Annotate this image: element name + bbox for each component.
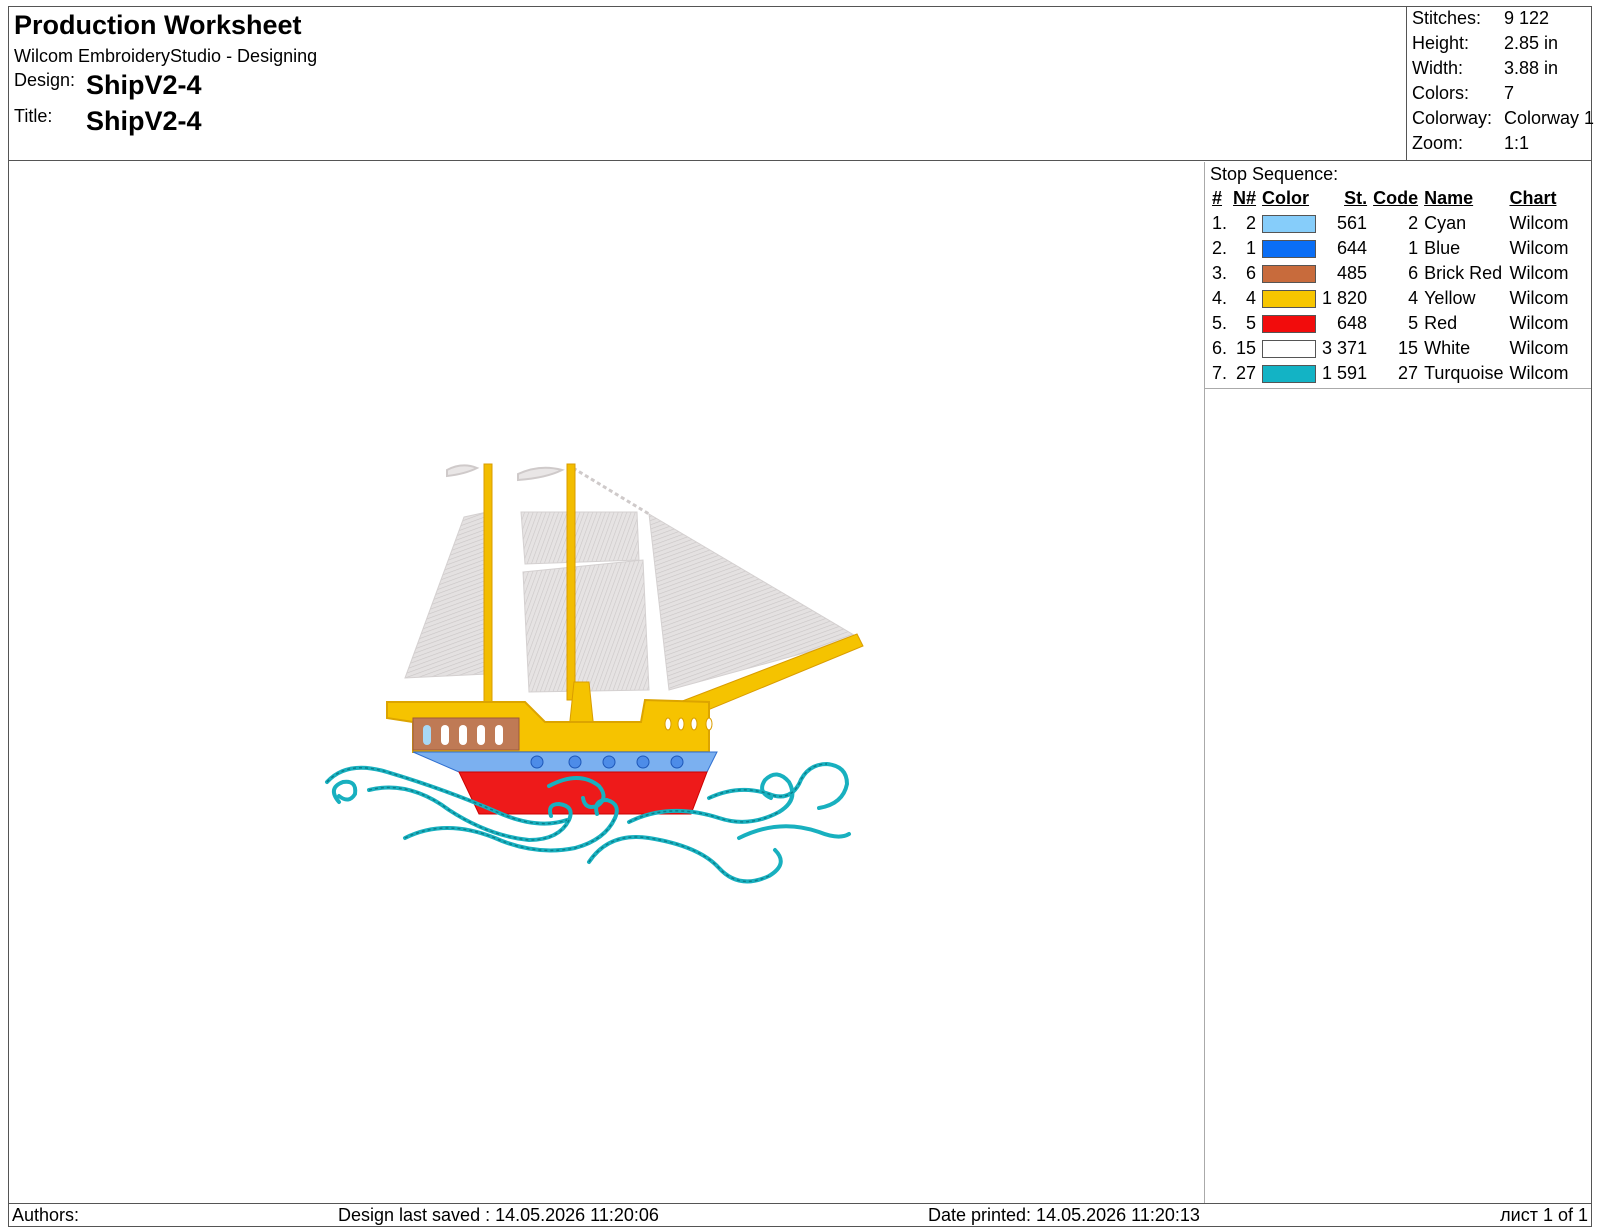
row-color-name: Yellow (1424, 288, 1476, 308)
ship-embroidery-image (325, 463, 864, 884)
row-needle: 4 (1246, 288, 1257, 308)
row-stitches: 3 371 (1322, 338, 1368, 358)
row-needle: 5 (1246, 313, 1257, 333)
row-needle: 27 (1236, 363, 1257, 383)
worksheet-header: Production Worksheet Wilcom EmbroiderySt… (8, 6, 1595, 161)
color-swatch (1262, 265, 1317, 284)
design-preview (9, 162, 1204, 1203)
color-swatch (1262, 240, 1317, 259)
color-swatch (1262, 215, 1317, 234)
row-index: 2. (1212, 238, 1228, 258)
row-color-swatch (1259, 311, 1319, 336)
worksheet-footer: Authors: Design last saved : 14.05.2026 … (8, 1203, 1592, 1227)
color-swatch (1262, 290, 1317, 309)
col-needle: N# (1233, 188, 1257, 208)
row-chart: Wilcom (1509, 288, 1569, 308)
row-chart: Wilcom (1509, 263, 1569, 283)
app-name: Wilcom EmbroideryStudio - Designing (14, 46, 318, 66)
table-row: 5. 5 648 5 Red Wilcom (1209, 311, 1571, 336)
row-needle: 1 (1246, 238, 1257, 258)
color-swatch (1262, 340, 1317, 359)
table-row: 3. 6 485 6 Brick Red Wilcom (1209, 261, 1571, 286)
design-label: Design: (14, 70, 76, 90)
row-stitches: 485 (1337, 263, 1368, 283)
color-swatch (1262, 365, 1317, 384)
stop-sequence-panel: Stop Sequence: # N# Color St. Code Name … (1204, 162, 1591, 1203)
stat-width: Width: 3.88 in (1412, 58, 1559, 78)
row-index: 4. (1212, 288, 1228, 308)
row-needle: 15 (1236, 338, 1257, 358)
row-index: 5. (1212, 313, 1228, 333)
col-stitches: St. (1344, 188, 1368, 208)
row-color-swatch (1259, 236, 1319, 261)
stat-colorway: Colorway: Colorway 1 (1412, 108, 1595, 128)
table-divider (1205, 388, 1591, 389)
table-row: 7. 27 1 591 27 Turquoise Wilcom (1209, 361, 1571, 386)
row-color-swatch (1259, 261, 1319, 286)
row-chart: Wilcom (1509, 363, 1569, 383)
authors-label: Authors: (12, 1205, 80, 1225)
date-printed: Date printed: 14.05.2026 11:20:13 (928, 1205, 1200, 1225)
stat-stitches: Stitches: 9 122 (1412, 8, 1550, 28)
row-chart: Wilcom (1509, 213, 1569, 233)
row-needle: 2 (1246, 213, 1257, 233)
col-name: Name (1424, 188, 1474, 208)
row-stitches: 648 (1337, 313, 1368, 333)
row-code: 27 (1398, 363, 1419, 383)
design-stats: Stitches: 9 122 Height: 2.85 in Width: 3.88… (1406, 6, 1595, 161)
row-stitches: 644 (1337, 238, 1368, 258)
row-code: 4 (1408, 288, 1419, 308)
row-code: 15 (1398, 338, 1419, 358)
stop-sequence-table: # N# Color St. Code Name Chart 1. 2 561 2 Cy… (1209, 186, 1571, 386)
stat-colors: Colors: 7 (1412, 83, 1515, 103)
title-value: ShipV2-4 (86, 106, 202, 136)
row-color-swatch (1259, 336, 1319, 361)
table-header-row: # N# Color St. Code Name Chart (1209, 186, 1571, 211)
row-color-name: Brick Red (1424, 263, 1503, 283)
row-color-name: Turquoise (1424, 363, 1504, 383)
stat-height: Height: 2.85 in (1412, 33, 1559, 53)
row-color-name: Red (1424, 313, 1458, 333)
row-stitches: 1 820 (1322, 288, 1368, 308)
row-index: 1. (1212, 213, 1228, 233)
row-color-swatch (1259, 211, 1319, 236)
row-code: 2 (1408, 213, 1419, 233)
col-index: # (1212, 188, 1223, 208)
row-code: 1 (1408, 238, 1419, 258)
row-index: 6. (1212, 338, 1228, 358)
table-row: 2. 1 644 1 Blue Wilcom (1209, 236, 1571, 261)
row-chart: Wilcom (1509, 338, 1569, 358)
color-swatch (1262, 315, 1317, 334)
row-chart: Wilcom (1509, 313, 1569, 333)
row-code: 5 (1408, 313, 1419, 333)
page-number: лист 1 of 1 (1500, 1205, 1588, 1225)
col-code: Code (1373, 188, 1419, 208)
row-stitches: 1 591 (1322, 363, 1368, 383)
stop-sequence-heading: Stop Sequence: (1210, 164, 1339, 184)
last-saved: Design last saved : 14.05.2026 11:20:06 (338, 1205, 659, 1225)
row-index: 3. (1212, 263, 1228, 283)
table-row: 6. 15 3 371 15 White Wilcom (1209, 336, 1571, 361)
row-color-swatch (1259, 286, 1319, 311)
row-stitches: 561 (1337, 213, 1368, 233)
page-title: Production Worksheet (14, 10, 302, 40)
row-color-swatch (1259, 361, 1319, 386)
title-label: Title: (14, 106, 53, 126)
design-value: ShipV2-4 (86, 70, 202, 100)
table-row: 4. 4 1 820 4 Yellow Wilcom (1209, 286, 1571, 311)
row-index: 7. (1212, 363, 1228, 383)
col-chart: Chart (1509, 188, 1557, 208)
row-color-name: White (1424, 338, 1471, 358)
col-color: Color (1262, 188, 1310, 208)
row-chart: Wilcom (1509, 238, 1569, 258)
row-color-name: Blue (1424, 238, 1461, 258)
row-color-name: Cyan (1424, 213, 1467, 233)
stat-zoom: Zoom: 1:1 (1412, 133, 1530, 153)
table-row: 1. 2 561 2 Cyan Wilcom (1209, 211, 1571, 236)
row-needle: 6 (1246, 263, 1257, 283)
row-code: 6 (1408, 263, 1419, 283)
